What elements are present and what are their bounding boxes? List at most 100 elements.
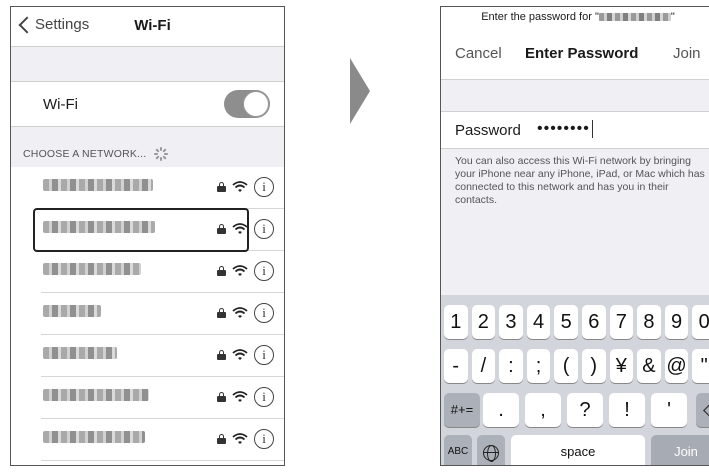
- network-name: [43, 263, 141, 275]
- key-9[interactable]: 0: [692, 305, 709, 339]
- page-title: Wi-Fi: [134, 17, 171, 34]
- wifi-icon: [232, 433, 248, 444]
- navigation-bar: Settings Wi-Fi: [11, 7, 284, 47]
- key-symbol[interactable]: :: [499, 349, 523, 383]
- more-symbols-key[interactable]: #+=: [444, 393, 480, 427]
- prompt-prefix: Enter the password for ": [481, 11, 599, 23]
- key-8[interactable]: 9: [664, 305, 689, 339]
- selected-network-highlight: [33, 208, 249, 252]
- info-icon[interactable]: i: [254, 303, 274, 323]
- info-icon[interactable]: i: [254, 429, 274, 449]
- key-5[interactable]: 6: [582, 305, 606, 339]
- info-icon[interactable]: i: [254, 261, 274, 281]
- wifi-icon: [232, 307, 248, 318]
- network-name: [43, 347, 117, 359]
- info-icon[interactable]: i: [254, 177, 274, 197]
- join-button[interactable]: Join: [673, 45, 701, 62]
- section-header: CHOOSE A NETWORK...: [23, 147, 168, 161]
- network-row[interactable]: i: [41, 377, 284, 419]
- key-4[interactable]: 5: [554, 305, 578, 339]
- join-key[interactable]: Join: [651, 435, 709, 465]
- prompt-suffix: ": [670, 11, 675, 23]
- key-symbol[interactable]: ): [582, 349, 606, 383]
- help-text: You can also access this Wi-Fi network b…: [455, 155, 705, 206]
- numeric-keyboard: 1234567890 -/:;()¥&@" #+=.,?!' × ABC spaceJoi…: [441, 295, 709, 465]
- password-row[interactable]: Password ••••••••: [441, 111, 709, 149]
- password-value: ••••••••: [537, 120, 590, 138]
- key-symbol[interactable]: ;: [526, 349, 551, 383]
- network-row[interactable]: i: [41, 167, 284, 209]
- info-icon[interactable]: i: [254, 219, 274, 239]
- arrow-right-icon: [350, 58, 370, 124]
- globe-key[interactable]: [477, 435, 505, 465]
- page-title: Enter Password: [525, 45, 639, 62]
- key-6[interactable]: 7: [609, 305, 634, 339]
- lock-icon: [217, 434, 226, 444]
- redacted-network-name: [598, 13, 671, 22]
- lock-icon: [217, 182, 226, 192]
- key-punctuation[interactable]: ': [651, 393, 687, 427]
- key-7[interactable]: 8: [637, 305, 661, 339]
- info-icon[interactable]: i: [254, 387, 274, 407]
- section-header-label: CHOOSE A NETWORK...: [23, 147, 147, 160]
- cancel-button[interactable]: Cancel: [455, 45, 502, 62]
- key-symbol[interactable]: (: [554, 349, 578, 383]
- globe-icon: [483, 444, 499, 462]
- password-prompt: Enter the password for " ": [441, 11, 709, 23]
- network-name: [43, 389, 149, 401]
- help-area: You can also access this Wi-Fi network b…: [441, 149, 709, 295]
- network-status-icons: i: [217, 303, 274, 323]
- network-row[interactable]: i: [41, 251, 284, 293]
- network-status-icons: i: [217, 345, 274, 365]
- key-2[interactable]: 3: [499, 305, 523, 339]
- key-0[interactable]: 1: [444, 305, 468, 339]
- wifi-icon: [232, 265, 248, 276]
- lock-icon: [217, 308, 226, 318]
- network-row[interactable]: i: [41, 419, 284, 461]
- toggle-knob: [243, 91, 269, 117]
- wifi-icon: [232, 391, 248, 402]
- space-key[interactable]: space: [511, 435, 645, 465]
- backspace-key[interactable]: ×: [696, 393, 709, 427]
- password-label: Password: [455, 122, 521, 139]
- group-spacer: [441, 79, 709, 111]
- key-punctuation[interactable]: !: [609, 393, 645, 427]
- wifi-icon: [232, 349, 248, 360]
- key-3[interactable]: 4: [526, 305, 551, 339]
- key-symbol[interactable]: @: [664, 349, 689, 383]
- network-status-icons: i: [217, 429, 274, 449]
- wifi-icon: [232, 181, 248, 192]
- key-symbol[interactable]: ¥: [609, 349, 634, 383]
- network-status-icons: i: [217, 261, 274, 281]
- password-field[interactable]: ••••••••: [537, 120, 594, 138]
- lock-icon: [217, 392, 226, 402]
- network-name: [43, 179, 153, 191]
- network-row[interactable]: i: [41, 335, 284, 377]
- key-symbol[interactable]: -: [444, 349, 468, 383]
- enter-password-screen: Enter the password for " " Cancel Enter P…: [440, 6, 709, 466]
- network-name: [43, 431, 145, 443]
- lock-icon: [217, 266, 226, 276]
- wifi-settings-screen: Settings Wi-Fi Wi-Fi CHOOSE A NETWORK...…: [10, 6, 285, 466]
- network-status-icons: i: [217, 387, 274, 407]
- spinner-icon: [153, 147, 168, 161]
- key-symbol[interactable]: &: [637, 349, 661, 383]
- navigation-bar: Cancel Enter Password Join: [441, 31, 709, 79]
- key-1[interactable]: 2: [471, 305, 496, 339]
- group-spacer: [11, 47, 284, 81]
- key-punctuation[interactable]: ?: [567, 393, 603, 427]
- key-punctuation[interactable]: ,: [525, 393, 561, 427]
- network-row[interactable]: i: [41, 293, 284, 335]
- info-icon[interactable]: i: [254, 345, 274, 365]
- text-caret: [591, 120, 594, 138]
- abc-key[interactable]: ABC: [444, 435, 472, 465]
- wifi-toggle[interactable]: [224, 90, 270, 118]
- key-symbol[interactable]: /: [471, 349, 496, 383]
- lock-icon: [217, 350, 226, 360]
- wifi-toggle-row: Wi-Fi: [11, 81, 284, 127]
- network-name: [43, 305, 101, 317]
- backspace-icon: ×: [703, 404, 709, 418]
- key-punctuation[interactable]: .: [483, 393, 519, 427]
- key-symbol[interactable]: ": [692, 349, 709, 383]
- wifi-label: Wi-Fi: [43, 96, 78, 113]
